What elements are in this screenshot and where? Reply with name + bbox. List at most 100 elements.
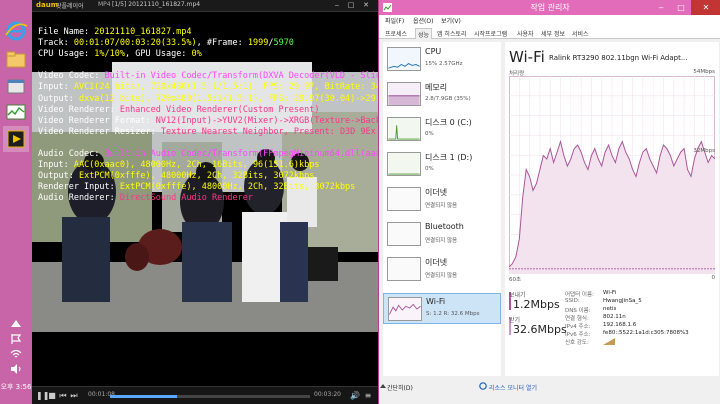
resource-detail: 0% (425, 166, 434, 172)
resource-ethernet-2[interactable]: 이더넷 연결되지 않음 (383, 254, 501, 285)
osd-label: Audio Codec: (38, 149, 105, 160)
osd-label: Video Renderer Resizer: (38, 126, 161, 137)
adapter-name: Ralink RT3290 802.11bgn Wi-Fi Adapt... (549, 54, 688, 62)
property-key: 연결 형식: (565, 316, 589, 322)
player-minimize-button[interactable]: ‒ (332, 1, 342, 10)
osd-label: Renderer Input: (38, 182, 120, 193)
chevron-up-icon[interactable] (379, 382, 387, 390)
receive-value: 32.6Mbps (513, 323, 567, 336)
throughput-graph (509, 76, 715, 274)
signal-strength-icon (603, 338, 615, 345)
next-button[interactable]: ⏭ (69, 391, 79, 401)
taskbar-clock[interactable]: 오후 3:56 (0, 382, 32, 392)
resource-disk-d[interactable]: 디스크 1 (D:) 0% (383, 149, 501, 180)
app-button[interactable] (3, 74, 29, 100)
tab-details[interactable]: 세부 정보 (539, 28, 567, 39)
menu-bar: 파일(F) 옵션(O) 보기(V) (379, 15, 720, 27)
cpu-mini-graph (387, 47, 421, 71)
player-maximize-button[interactable]: □ (346, 1, 356, 10)
osd-video-renderer-resizer: Texture Nearest Neighbor, Present: D3D 9… (160, 126, 378, 137)
tab-users[interactable]: 사용자 (515, 28, 536, 39)
ie-icon (5, 21, 28, 41)
property-row: DNS 이름: netis (565, 306, 715, 314)
task-manager-title-bar[interactable]: 작업 관리자 ‒ □ ✕ (379, 0, 720, 15)
resource-list: CPU 15% 2.57GHz 메모리 2.8/7.9GB (35%) 디스크 … (383, 42, 501, 376)
player-app-name: 팟플레이어 (56, 3, 84, 10)
resource-name: CPU (425, 47, 442, 56)
osd-video-renderer-format: NV12(Input)->YUV2(Mixer)->XRGB(Texture->… (155, 115, 378, 126)
tab-performance[interactable]: 성능 (415, 28, 433, 39)
menu-file[interactable]: 파일(F) (385, 16, 404, 25)
resource-detail: 연결되지 않음 (425, 238, 458, 244)
resource-disk-c[interactable]: 디스크 0 (C:) 0% (383, 114, 501, 145)
osd-label: Video Codec: (38, 71, 105, 82)
tab-startup[interactable]: 시작프로그램 (472, 28, 509, 39)
pause-button[interactable]: ❚❚ (36, 391, 49, 401)
task-manager-button[interactable] (3, 99, 29, 125)
player-logo: daum (36, 1, 59, 9)
property-key: DNS 이름: (565, 308, 591, 314)
potplayer-button[interactable] (3, 126, 29, 152)
player-close-button[interactable]: ✕ (361, 1, 371, 10)
graph-mid-label: 32Mbps (693, 148, 715, 154)
video-frame[interactable]: File Name: 20121110_161827.mp4 Track: 00… (32, 12, 378, 386)
file-explorer-button[interactable] (3, 47, 29, 73)
osd-video-input: AVC1(24 bits), 720x480(1.5:1/1.5:1), FPS… (73, 82, 378, 93)
osd-label: Video Renderer: (38, 104, 120, 115)
stop-button[interactable]: ■ (47, 391, 57, 401)
menu-options[interactable]: 옵션(O) (413, 16, 433, 25)
resource-detail: 연결되지 않음 (425, 273, 458, 279)
property-row: 신호 강도: (565, 338, 715, 346)
resource-memory[interactable]: 메모리 2.8/7.9GB (35%) (383, 79, 501, 110)
osd-audio-renderer: DirectSound Audio Renderer (119, 193, 253, 204)
osd-label: File Name: (38, 27, 95, 37)
resource-detail: 2.8/7.9GB (35%) (425, 96, 471, 102)
bluetooth-mini-graph (387, 222, 421, 246)
menu-view[interactable]: 보기(V) (441, 16, 461, 25)
osd-label: , #Frame: (196, 38, 248, 49)
resource-name: 이더넷 (425, 188, 448, 197)
send-value: 1.2Mbps (513, 298, 560, 311)
playback-info-overlay: File Name: 20121110_161827.mp4 Track: 00… (38, 27, 378, 205)
maximize-button[interactable]: □ (671, 0, 691, 15)
property-row: IPv4 주소: 192.168.1.6 (565, 322, 715, 330)
volume-icon[interactable]: 🔊 (350, 391, 360, 401)
fewer-details-button[interactable]: 간단히(D) (387, 383, 413, 392)
resource-bluetooth[interactable]: Bluetooth 연결되지 않음 (383, 219, 501, 250)
osd-label: Audio Renderer: (38, 193, 120, 204)
tab-app-history[interactable]: 앱 히스토리 (435, 28, 469, 39)
close-button[interactable]: ✕ (691, 0, 720, 15)
arrow-up-icon[interactable] (9, 318, 23, 330)
open-resource-monitor-link[interactable]: 리소스 모니터 열기 (489, 383, 537, 392)
volume-icon[interactable] (9, 363, 23, 375)
prev-button[interactable]: ⏮ (58, 391, 68, 401)
property-value: 802.11n (603, 314, 626, 320)
minimize-button[interactable]: ‒ (651, 0, 671, 15)
resource-cpu[interactable]: CPU 15% 2.57GHz (383, 44, 501, 75)
menu-icon[interactable]: ≡ (363, 391, 373, 401)
osd-gpu-usage: 0% (191, 49, 202, 60)
osd-audio-renderer-input: ExtPCM(0xfffe), 48000Hz, 2Ch, 32Bits, 30… (119, 182, 356, 193)
resource-ethernet-1[interactable]: 이더넷 연결되지 않음 (383, 184, 501, 215)
seek-bar[interactable] (110, 395, 310, 398)
ethernet-mini-graph (387, 257, 421, 281)
property-row: SSID: HwangJinSa_5 (565, 298, 715, 306)
property-value: 192.168.1.6 (603, 322, 637, 328)
flag-icon[interactable] (9, 333, 23, 345)
resource-name: 디스크 1 (D:) (425, 153, 473, 162)
tab-services[interactable]: 서비스 (570, 28, 591, 39)
internet-explorer-button[interactable] (3, 18, 29, 44)
tab-processes[interactable]: 프로세스 (383, 28, 409, 39)
property-key: IPv4 주소: (565, 324, 591, 330)
player-file-title: [1/5] 20121110_161827.mp4 (112, 1, 201, 8)
property-key: 어댑터 이름: (565, 292, 594, 298)
player-title-bar[interactable]: daum 팟플레이어 MP4 [1/5] 20121110_161827.mp4… (32, 0, 378, 12)
task-manager-icon (6, 104, 26, 120)
property-value: netis (603, 306, 617, 312)
wifi-icon[interactable] (9, 348, 23, 360)
property-value: HwangJinSa_5 (603, 298, 642, 304)
total-time: 00:03:20 (314, 391, 341, 398)
folder-icon (6, 51, 26, 68)
resource-wifi[interactable]: Wi-Fi S: 1.2 R: 32.6 Mbps (383, 293, 501, 324)
property-value: Wi-Fi (603, 290, 617, 296)
